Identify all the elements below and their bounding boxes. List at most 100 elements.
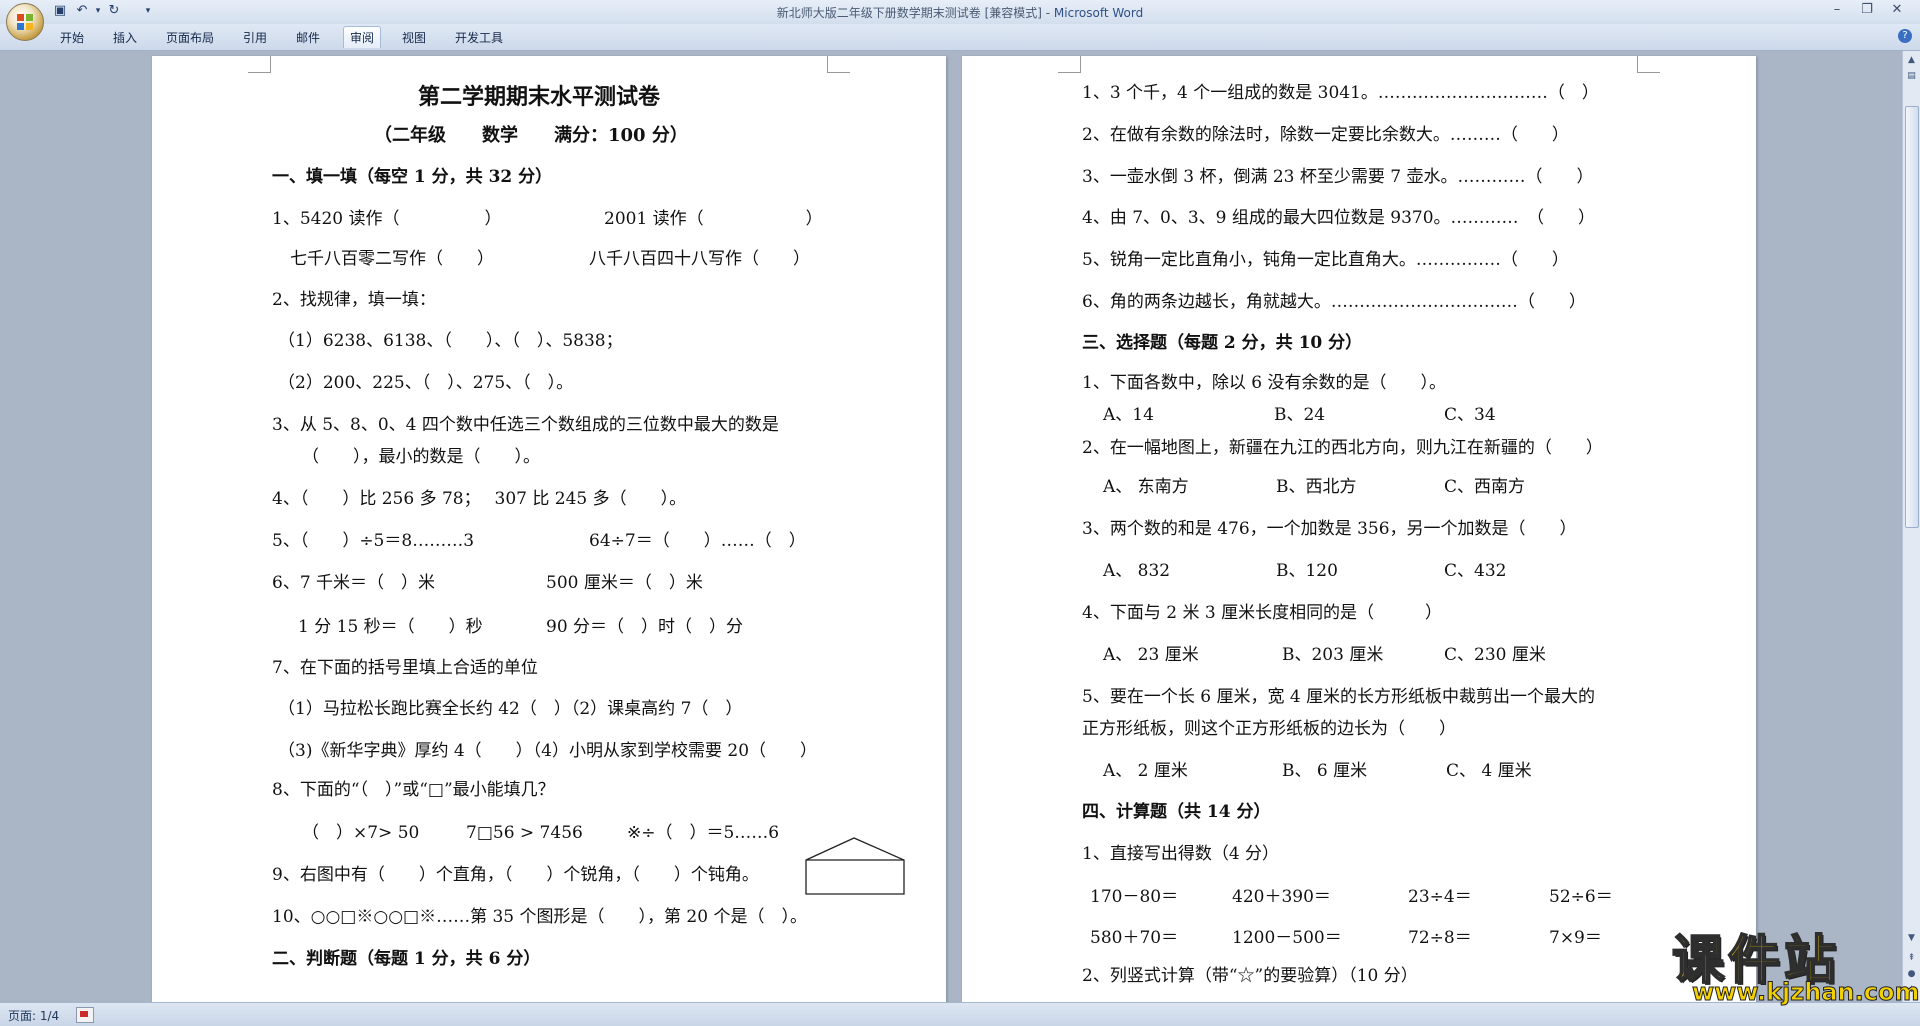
ruler-toggle-icon[interactable]: ▤ (1904, 69, 1919, 83)
question-text: 2001 读作（ ） (604, 209, 823, 229)
question-text: （3)《新华字典》厚约 4（ ）（4）小明从家到学校需要 20（ ） (278, 741, 818, 761)
help-icon[interactable]: ? (1898, 29, 1912, 43)
restore-icon[interactable]: ❐ (1852, 2, 1882, 17)
judgment-item: 5、锐角一定比直角小，钝角一定比直角大。……………（ ） (1082, 250, 1569, 270)
question-text: 2、找规律，填一填： (272, 290, 436, 310)
section-heading-1: 一、填一填（每空 1 分，共 32 分） (272, 167, 553, 187)
watermark-logo: 课件站 www.kjzhan.com (1670, 918, 1920, 1007)
title-bar: 新北师大版二年级下册数学期末测试卷 [兼容模式] - Microsoft Wor… (0, 0, 1920, 25)
tab-developer[interactable]: 开发工具 (455, 29, 503, 46)
document-title: 新北师大版二年级下册数学期末测试卷 [兼容模式] - (776, 6, 1054, 20)
choice-option: C、230 厘米 (1444, 645, 1546, 665)
question-text: （ ）×7> 50 (302, 823, 420, 843)
window-title: 新北师大版二年级下册数学期末测试卷 [兼容模式] - Microsoft Wor… (0, 4, 1920, 21)
tab-view[interactable]: 视图 (402, 29, 426, 46)
judgment-item: 6、角的两条边越长，角就越大。……………………………（ ） (1082, 292, 1586, 312)
watermark-url: www.kjzhan.com (1691, 978, 1920, 1007)
page-margin-corner (1637, 56, 1660, 73)
section-heading-4: 四、计算题（共 14 分） (1082, 802, 1271, 822)
question-text: 9、右图中有（ ）个直角，（ ）个锐角，（ ）个钝角。 (272, 865, 759, 885)
undo-dropdown-icon[interactable]: ▾ (90, 3, 106, 19)
choice-option: C、432 (1444, 561, 1507, 581)
document-page-2[interactable]: 1、3 个千，4 个一组成的数是 3041。…………………………（ ） 2、在做… (962, 56, 1756, 1006)
judgment-item: 3、一壶水倒 3 杯，倒满 23 杯至少需要 7 壶水。…………（ ） (1082, 167, 1594, 187)
choice-option: A、 2 厘米 (1103, 761, 1188, 781)
calc-instruction: 1、直接写出得数（4 分） (1082, 844, 1280, 864)
choice-question: 4、下面与 2 米 3 厘米长度相同的是（ ） (1082, 603, 1443, 623)
choice-question: 1、下面各数中，除以 6 没有余数的是（ ）。 (1082, 373, 1446, 393)
page-indicator[interactable]: 页面: 1/4 (8, 1007, 59, 1024)
choice-option: B、203 厘米 (1282, 645, 1384, 665)
tab-references[interactable]: 引用 (243, 29, 267, 46)
question-text: 6、7 千米＝（ ）米 (272, 573, 436, 593)
choice-option: B、24 (1274, 405, 1326, 425)
tab-mailings[interactable]: 邮件 (296, 29, 320, 46)
page-margin-corner (827, 56, 850, 73)
choice-option: A、 东南方 (1103, 477, 1189, 497)
question-text: ※÷（ ）＝5……6 (627, 823, 780, 843)
question-text: （ ），最小的数是（ ）。 (302, 447, 540, 467)
question-text: 3、从 5、8、0、4 四个数中任选三个数组成的三位数中最大的数是 (272, 415, 779, 435)
question-text: （2）200、225、（ ）、275、（ ）。 (278, 373, 574, 393)
choice-question: 正方形纸板，则这个正方形纸板的边长为（ ） (1082, 719, 1456, 739)
calc-item: 420＋390＝ (1232, 887, 1331, 907)
pentagon-figure (805, 837, 905, 895)
ribbon-tab-bar: 开始 插入 页面布局 引用 邮件 审阅 视图 开发工具 ? (0, 24, 1920, 51)
question-text: 5、（ ）÷5＝8………3 (272, 531, 475, 551)
page-margin-corner (248, 56, 271, 73)
choice-option: B、 6 厘米 (1282, 761, 1368, 781)
customize-toolbar-icon[interactable]: ▾ (140, 3, 156, 19)
calc-item: 170－80＝ (1090, 887, 1179, 907)
save-icon[interactable]: ▣ (52, 3, 68, 19)
undo-icon[interactable]: ↶ (74, 3, 90, 19)
choice-option: C、34 (1444, 405, 1496, 425)
question-text: 7□56 > 7456 (466, 823, 583, 843)
tab-home[interactable]: 开始 (60, 29, 84, 46)
office-logo-icon (17, 14, 33, 30)
section-heading-2: 二、判断题（每题 1 分，共 6 分） (272, 949, 541, 969)
judgment-item: 4、由 7、0、3、9 组成的最大四位数是 9370。………… （ ） (1082, 208, 1596, 228)
question-text: 10、○○□※○○□※……第 35 个图形是（ ），第 20 个是（ ）。 (272, 907, 807, 927)
judgment-item: 2、在做有余数的除法时，除数一定要比余数大。………（ ） (1082, 125, 1569, 145)
question-text: 7、在下面的括号里填上合适的单位 (272, 658, 538, 678)
calc-item: 52÷6＝ (1549, 887, 1613, 907)
choice-option: A、 832 (1103, 561, 1171, 581)
choice-question: 5、要在一个长 6 厘米，宽 4 厘米的长方形纸板中裁剪出一个最大的 (1082, 687, 1596, 707)
vertical-scrollbar[interactable]: ▲ ▤ ▼ ⇞ ● ⇟ (1902, 51, 1920, 1002)
page-margin-corner (1058, 56, 1081, 73)
close-icon[interactable]: ✕ (1882, 2, 1912, 17)
question-text: 1 分 15 秒＝（ ）秒 (298, 617, 483, 637)
calc-item: 23÷4＝ (1408, 887, 1472, 907)
question-text: 七千八百零二写作（ ） (290, 249, 494, 269)
question-text: 64÷7＝（ ）……（ ） (589, 531, 806, 551)
question-text: （1）马拉松长跑比赛全长约 42（ ）（2）课桌高约 7（ ） (278, 699, 743, 719)
question-text: （1）6238、6138、（ ）、（ ）、5838； (278, 331, 623, 351)
judgment-item: 1、3 个千，4 个一组成的数是 3041。…………………………（ ） (1082, 83, 1599, 103)
choice-option: A、 23 厘米 (1103, 645, 1199, 665)
scrollbar-thumb[interactable] (1905, 106, 1919, 528)
scroll-up-icon[interactable]: ▲ (1904, 53, 1919, 67)
redo-icon[interactable]: ↻ (106, 3, 122, 19)
choice-option: A、14 (1103, 405, 1154, 425)
tab-insert[interactable]: 插入 (113, 29, 137, 46)
page-subtitle: （二年级 数学 满分：100 分） (374, 125, 688, 146)
document-page-1[interactable]: 第二学期期末水平测试卷 （二年级 数学 满分：100 分） 一、填一填（每空 1… (152, 56, 946, 1006)
question-text: 500 厘米＝（ ）米 (546, 573, 703, 593)
question-text: 八千八百四十八写作（ ） (589, 249, 810, 269)
calc-item: 1200－500＝ (1232, 928, 1342, 948)
choice-option: B、120 (1276, 561, 1338, 581)
page-title: 第二学期期末水平测试卷 (418, 84, 661, 110)
minimize-icon[interactable]: – (1822, 2, 1852, 17)
question-text: 8、下面的“（ ）”或“□”最小能填几？ (272, 780, 555, 800)
proofing-icon[interactable] (76, 1007, 94, 1023)
tab-review[interactable]: 审阅 (343, 26, 382, 48)
question-text: 1、5420 读作（ ） (272, 209, 502, 229)
app-name: Microsoft Word (1053, 6, 1144, 20)
question-text: 90 分＝（ ）时（ ）分 (546, 617, 744, 637)
section-heading-3: 三、选择题（每题 2 分，共 10 分） (1082, 333, 1363, 353)
tab-page-layout[interactable]: 页面布局 (166, 29, 214, 46)
choice-question: 3、两个数的和是 476，一个加数是 356，另一个加数是（ ） (1082, 519, 1577, 539)
choice-option: C、西南方 (1444, 477, 1526, 497)
office-button[interactable] (6, 3, 44, 41)
choice-option: B、西北方 (1276, 477, 1357, 497)
